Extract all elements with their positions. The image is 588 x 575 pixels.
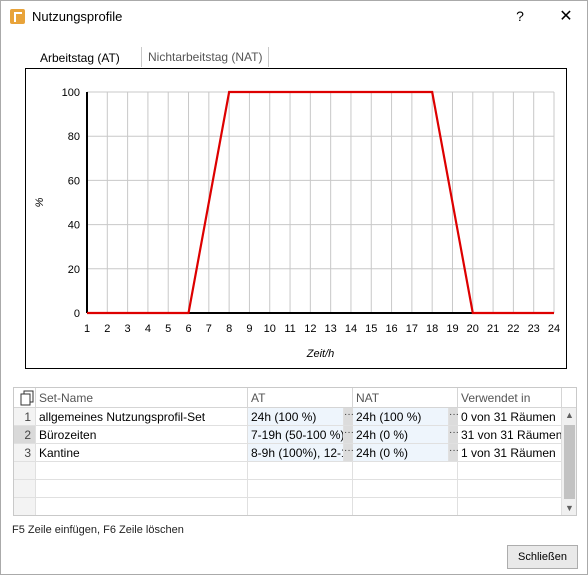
tab-strip: Arbeitstag (AT) Nichtarbeitstag (NAT) [14,41,574,71]
x-tick-label: 2 [104,323,110,335]
cell-used-in: 0 von 31 Räumen [458,408,562,426]
cell-at[interactable]: 8-9h (100%), 12-1... [248,444,344,462]
row-number [14,498,36,515]
y-tick-label: 40 [68,220,80,232]
cell-set-name[interactable]: Bürozeiten [36,426,248,444]
chart-svg: 1 2 3 4 5 6 7 8 9 10 11 12 13 14 15 16 17 18 19 20 21 22 23 240… [34,87,560,360]
empty-row[interactable] [14,480,562,498]
scroll-down-arrow-icon[interactable]: ▼ [562,501,576,515]
help-button[interactable]: ? [510,6,530,26]
scrollbar-thumb[interactable] [564,425,575,499]
x-tick-label: 24 [548,323,560,335]
usage-profile-chart: 1 2 3 4 5 6 7 8 9 10 11 12 13 14 15 16 17 18 19 20 21 22 23 24 0… [25,68,567,369]
cell-set-name[interactable]: allgemeines Nutzungsprofil-Set [36,408,248,426]
close-window-button[interactable]: ✕ [554,6,578,28]
table-row[interactable]: 2 Bürozeiten 7-19h (50-100 %) ··· 24h (0… [14,426,562,444]
empty-cell[interactable] [36,480,248,498]
x-tick-label: 23 [528,323,540,335]
profile-set-table: Set-Name AT NAT Verwendet in 1 allgemein… [13,387,577,516]
cell-nat[interactable]: 24h (0 %) [353,444,449,462]
cell-used-in: 1 von 31 Räumen [458,444,562,462]
header-corner[interactable] [14,388,36,408]
x-tick-label: 13 [325,323,337,335]
cell-set-name[interactable]: Kantine [36,444,248,462]
window-title: Nutzungsprofile [32,9,123,24]
copy-icon [20,390,34,406]
x-tick-label: 10 [264,323,276,335]
empty-cell[interactable] [248,480,353,498]
empty-cell[interactable] [458,480,562,498]
app-icon [10,9,25,24]
y-axis-label: % [34,197,46,207]
row-number [14,462,36,480]
edit-nat-button[interactable]: ··· [449,408,459,426]
empty-cell[interactable] [353,498,458,515]
row-number[interactable]: 2 [14,426,36,444]
edit-nat-button[interactable]: ··· [449,426,459,444]
vertical-scrollbar[interactable]: ▲ ▼ [562,408,576,515]
x-tick-label: 1 [84,323,90,335]
title-bar: Nutzungsprofile ? ✕ [1,1,587,32]
x-tick-label: 11 [284,323,295,335]
x-tick-label: 7 [206,323,212,335]
empty-cell[interactable] [36,498,248,515]
empty-cell[interactable] [458,498,562,515]
series-line [87,90,554,315]
header-nat[interactable]: NAT [353,388,458,408]
x-tick-label: 12 [304,323,316,335]
cell-used-in: 31 von 31 Räumen [458,426,562,444]
y-tick-label: 60 [68,175,80,187]
dialog-window: Nutzungsprofile ? ✕ Arbeitstag (AT) Nich… [0,0,588,575]
close-button[interactable]: Schließen [507,545,578,569]
x-tick-label: 19 [446,323,458,335]
cell-at[interactable]: 7-19h (50-100 %) [248,426,344,444]
x-tick-label: 17 [406,323,418,335]
cell-nat[interactable]: 24h (0 %) [353,426,449,444]
y-tick-label: 0 [74,308,80,320]
x-tick-label: 21 [487,323,499,335]
x-tick-label: 18 [426,323,438,335]
edit-at-button[interactable]: ··· [344,426,354,444]
x-tick-label: 16 [385,323,397,335]
table-row[interactable]: 1 allgemeines Nutzungsprofil-Set 24h (10… [14,408,562,426]
cell-nat[interactable]: 24h (100 %) [353,408,449,426]
row-number[interactable]: 3 [14,444,36,462]
y-tick-label: 100 [62,87,80,99]
y-tick-label: 20 [68,264,80,276]
x-tick-label: 14 [345,323,357,335]
tab-nichtarbeitstag[interactable]: Nichtarbeitstag (NAT) [141,47,270,67]
empty-cell[interactable] [353,480,458,498]
scroll-up-arrow-icon[interactable]: ▲ [562,408,576,423]
empty-row[interactable] [14,498,562,515]
keyboard-hint: F5 Zeile einfügen, F6 Zeile löschen [12,524,184,536]
edit-at-button[interactable]: ··· [344,408,354,426]
x-tick-label: 20 [467,323,479,335]
x-tick-label: 8 [226,323,232,335]
x-axis-label: Zeit/h [306,348,335,360]
x-tick-label: 5 [165,323,171,335]
cell-at[interactable]: 24h (100 %) [248,408,344,426]
y-tick-label: 80 [68,131,80,143]
header-set-name[interactable]: Set-Name [36,388,248,408]
edit-nat-button[interactable]: ··· [449,444,459,462]
empty-cell[interactable] [248,498,353,515]
empty-cell[interactable] [248,462,353,480]
empty-row[interactable] [14,462,562,480]
header-used-in[interactable]: Verwendet in [458,388,562,408]
edit-at-button[interactable]: ··· [344,444,354,462]
row-number[interactable]: 1 [14,408,36,426]
table-header: Set-Name AT NAT Verwendet in [14,388,576,408]
empty-cell[interactable] [36,462,248,480]
empty-cell[interactable] [458,462,562,480]
x-tick-label: 6 [185,323,191,335]
empty-cell[interactable] [353,462,458,480]
x-tick-label: 3 [125,323,131,335]
x-tick-label: 9 [246,323,252,335]
x-tick-label: 4 [145,323,151,335]
x-tick-label: 15 [365,323,377,335]
table-row[interactable]: 3 Kantine 8-9h (100%), 12-1... ··· 24h (… [14,444,562,462]
row-number [14,480,36,498]
header-at[interactable]: AT [248,388,353,408]
x-tick-label: 22 [507,323,519,335]
